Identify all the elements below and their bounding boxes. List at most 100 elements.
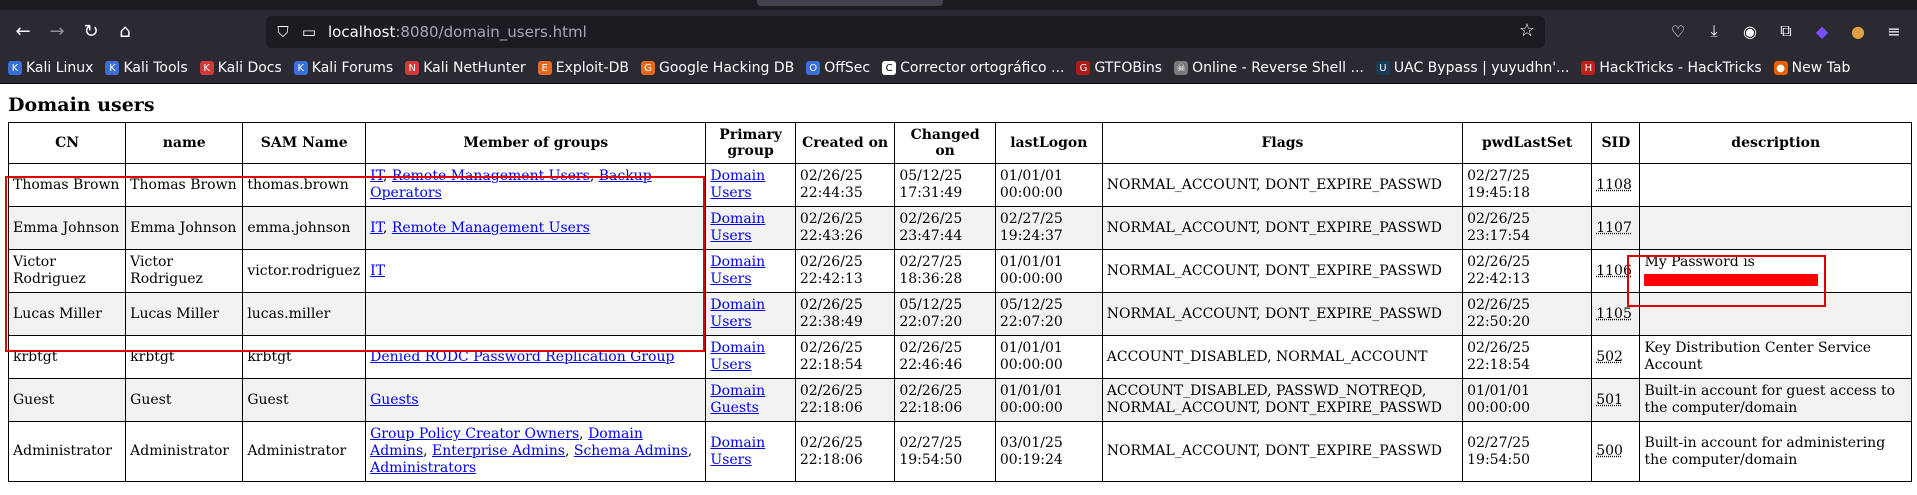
primary-group-cell: Domain Guests xyxy=(705,378,796,422)
last-logon-cell: 01/01/01 00:00:00 xyxy=(994,378,1103,422)
bookmark-item[interactable]: G GTFOBins xyxy=(1076,60,1162,76)
table-row: krbtgt krbtgt krbtgt Denied RODC Password R… xyxy=(7,335,1912,379)
extensions-icon[interactable]: ⧉ xyxy=(1771,15,1801,47)
sam-name-cell: Guest xyxy=(242,378,367,422)
sid-value[interactable]: 1105 xyxy=(1596,306,1632,322)
group-link[interactable]: Guests xyxy=(370,392,418,408)
changed-on-cell: 02/26/25 23:47:44 xyxy=(894,206,996,250)
page-content: Domain users CN name SAM Name Member of gro… xyxy=(0,94,1917,482)
pocket-icon[interactable]: ♡ xyxy=(1663,15,1693,47)
account-icon[interactable]: ◉ xyxy=(1735,15,1765,47)
shield-icon[interactable]: ⛉ xyxy=(270,19,296,45)
bookmark-favicon-icon: H xyxy=(1581,61,1596,75)
url-bar[interactable]: ⛉ ▭ localhost:8080/domain_users.html ☆ xyxy=(266,16,1545,48)
group-link[interactable]: IT xyxy=(370,220,383,236)
bookmark-label: HackTricks - HackTricks xyxy=(1599,60,1762,76)
bookmark-label: Online - Reverse Shell ... xyxy=(1192,60,1364,76)
group-link[interactable]: Administrators xyxy=(370,460,476,476)
sid-value[interactable]: 502 xyxy=(1596,349,1623,365)
created-on-cell: 02/26/25 22:42:13 xyxy=(794,249,896,293)
primary-group-link[interactable]: Domain Users xyxy=(710,435,765,468)
pwd-last-set-cell: 02/26/25 23:17:54 xyxy=(1462,206,1593,250)
group-link[interactable]: Denied RODC Password Replication Group xyxy=(370,349,674,365)
flags-cell: ACCOUNT_DISABLED, NORMAL_ACCOUNT xyxy=(1101,335,1464,379)
primary-group-link[interactable]: Domain Users xyxy=(710,168,765,201)
group-link[interactable]: Remote Management Users xyxy=(392,220,590,236)
bookmark-favicon-icon: U xyxy=(1375,61,1390,75)
name-cell: Lucas Miller xyxy=(125,292,244,336)
menu-icon[interactable]: ≡ xyxy=(1879,15,1909,47)
bookmark-item[interactable]: C Corrector ortográfico ... xyxy=(882,60,1064,76)
bookmark-item[interactable]: U UAC Bypass | yuyudhn'... xyxy=(1375,60,1569,76)
group-link[interactable]: Enterprise Admins xyxy=(432,443,565,459)
description-cell xyxy=(1639,206,1912,250)
flags-cell: NORMAL_ACCOUNT, DONT_EXPIRE_PASSWD xyxy=(1101,206,1464,250)
sam-name-cell: emma.johnson xyxy=(242,206,367,250)
primary-group-link[interactable]: Domain Users xyxy=(710,340,765,373)
name-cell: Thomas Brown xyxy=(125,163,244,207)
created-on-cell: 02/26/25 22:43:26 xyxy=(794,206,896,250)
groups-cell: IT, Remote Management Users xyxy=(365,206,707,250)
back-button[interactable]: ← xyxy=(6,15,40,49)
flags-cell: NORMAL_ACCOUNT, DONT_EXPIRE_PASSWD xyxy=(1101,421,1464,482)
home-button[interactable]: ⌂ xyxy=(108,15,142,49)
table-body: Thomas Brown Thomas Brown thomas.brown IT, … xyxy=(7,163,1912,482)
bookmark-item[interactable]: H HackTricks - HackTricks xyxy=(1581,60,1762,76)
bookmark-favicon-icon: N xyxy=(405,61,420,75)
cn-cell: krbtgt xyxy=(7,335,127,379)
sid-value[interactable]: 1106 xyxy=(1596,263,1632,279)
extension-cookie-icon[interactable]: ● xyxy=(1843,15,1873,47)
bookmark-item[interactable]: ● New Tab xyxy=(1773,60,1850,76)
changed-on-cell: 02/26/25 22:46:46 xyxy=(894,335,996,379)
primary-group-link[interactable]: Domain Users xyxy=(710,297,765,330)
primary-group-link[interactable]: Domain Guests xyxy=(710,383,765,416)
bookmark-favicon-icon: E xyxy=(537,61,552,75)
group-link[interactable]: Remote Management Users xyxy=(392,168,590,184)
bookmark-item[interactable]: ☠ Online - Reverse Shell ... xyxy=(1174,60,1364,76)
bookmark-item[interactable]: O OffSec xyxy=(806,60,870,76)
sid-cell: 1107 xyxy=(1591,206,1641,250)
active-tab[interactable] xyxy=(757,0,943,6)
sid-value[interactable]: 501 xyxy=(1596,392,1623,408)
group-link[interactable]: Group Policy Creator Owners xyxy=(370,426,579,442)
downloads-icon[interactable]: ⤓ xyxy=(1699,15,1729,47)
sid-value[interactable]: 1108 xyxy=(1596,177,1632,193)
created-on-cell: 02/26/25 22:38:49 xyxy=(794,292,896,336)
cn-cell: Thomas Brown xyxy=(7,163,127,207)
extension-purple-icon[interactable]: ◆ xyxy=(1807,15,1837,47)
column-header: Changed on xyxy=(894,122,996,164)
sam-name-cell: krbtgt xyxy=(242,335,367,379)
cn-cell: Lucas Miller xyxy=(7,292,127,336)
primary-group-link[interactable]: Domain Users xyxy=(710,211,765,244)
sid-value[interactable]: 500 xyxy=(1596,443,1623,459)
bookmark-favicon-icon: G xyxy=(1076,61,1091,75)
bookmark-item[interactable]: K Kali Forums xyxy=(293,60,393,76)
description-cell xyxy=(1639,163,1912,207)
bookmark-item[interactable]: K Kali Tools xyxy=(105,60,188,76)
forward-button[interactable]: → xyxy=(40,15,74,49)
bookmark-favicon-icon: K xyxy=(105,61,120,75)
bookmark-item[interactable]: E Exploit-DB xyxy=(537,60,629,76)
description-text: Key Distribution Center Service Account xyxy=(1644,340,1872,373)
primary-group-link[interactable]: Domain Users xyxy=(710,254,765,287)
created-on-cell: 02/26/25 22:18:54 xyxy=(794,335,896,379)
group-link[interactable]: IT xyxy=(370,263,385,279)
bookmark-label: Kali Linux xyxy=(26,60,94,76)
groups-cell: Denied RODC Password Replication Group xyxy=(365,335,707,379)
group-link[interactable]: IT xyxy=(370,168,383,184)
name-cell: Victor Rodriguez xyxy=(125,249,244,293)
table-row: Victor Rodriguez Victor Rodriguez victor.r… xyxy=(7,249,1912,293)
reload-button[interactable]: ↻ xyxy=(74,15,108,49)
group-link[interactable]: Schema Admins xyxy=(574,443,688,459)
page-info-icon[interactable]: ▭ xyxy=(296,19,322,45)
bookmark-star-icon[interactable]: ☆ xyxy=(1519,20,1535,41)
bookmark-item[interactable]: K Kali Docs xyxy=(199,60,282,76)
url-text[interactable]: localhost:8080/domain_users.html xyxy=(328,23,587,41)
sid-value[interactable]: 1107 xyxy=(1596,220,1632,236)
changed-on-cell: 02/27/25 18:36:28 xyxy=(894,249,996,293)
bookmark-item[interactable]: N Kali NetHunter xyxy=(405,60,526,76)
bookmark-favicon-icon: K xyxy=(199,61,214,75)
bookmark-item[interactable]: G Google Hacking DB xyxy=(640,60,794,76)
pwd-last-set-cell: 01/01/01 00:00:00 xyxy=(1462,378,1593,422)
bookmark-item[interactable]: K Kali Linux xyxy=(8,60,93,76)
